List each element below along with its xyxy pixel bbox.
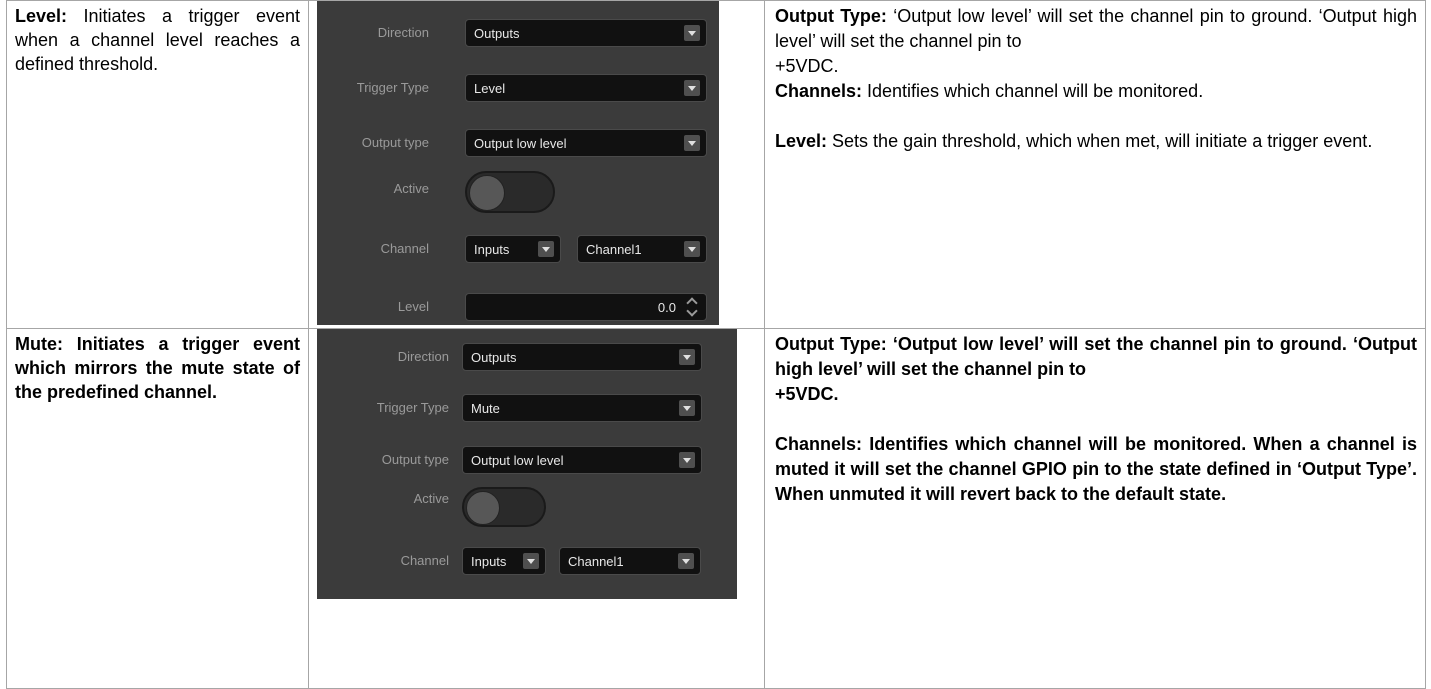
screenshot-cell: Direction Outputs Trigger Type Mute Outp… (308, 328, 765, 689)
active-label: Active (393, 181, 429, 196)
chevron-down-icon (684, 135, 700, 151)
chevron-down-icon (684, 25, 700, 41)
chevron-down-icon (679, 349, 695, 365)
channel-group-select[interactable]: Inputs (465, 235, 561, 263)
chevron-down-icon (679, 452, 695, 468)
active-toggle[interactable] (462, 487, 546, 527)
chevron-down-icon (684, 241, 700, 257)
level-trigger-settings-panel: Direction Outputs Trigger Type Level Out… (317, 1, 719, 325)
voltage-line: +5VDC. (775, 384, 839, 404)
level-definition: Sets the gain threshold, which when met,… (827, 131, 1373, 151)
direction-row: Direction Outputs (317, 19, 719, 49)
output-type-paragraph: Output Type: ‘Output low level’ will set… (775, 334, 1417, 379)
level-description: Level: Initiates a trigger event when a … (7, 1, 308, 76)
trigger-type-select[interactable]: Mute (462, 394, 702, 422)
channel-row: Channel Inputs Channel1 (317, 547, 737, 577)
active-label: Active (413, 491, 449, 506)
channel-value: Channel1 (568, 554, 624, 569)
chevron-down-icon (684, 80, 700, 96)
output-type-label: Output type (381, 452, 449, 467)
direction-label: Direction (377, 25, 429, 40)
table-row: Level: Initiates a trigger event when a … (6, 0, 1426, 329)
level-value: 0.0 (657, 300, 676, 315)
trigger-type-select[interactable]: Level (465, 74, 707, 102)
direction-row: Direction Outputs (317, 343, 737, 373)
channels-definition: Identifies which channel will be monitor… (862, 81, 1204, 101)
output-type-row: Output type Output low level (317, 129, 719, 159)
level-row: Level 0.0 (317, 293, 719, 323)
voltage-line: +5VDC. (775, 56, 839, 76)
level-term: Level: (775, 131, 828, 151)
level-paragraph: Level: Sets the gain threshold, which wh… (775, 129, 1417, 154)
table-row: Mute: Initiates a trigger event which mi… (6, 328, 1426, 689)
output-type-label: Output type (361, 135, 429, 150)
channel-group-value: Inputs (471, 554, 507, 569)
output-type-row: Output type Output low level (317, 446, 737, 476)
direction-label: Direction (397, 349, 449, 364)
screenshot-cell: Direction Outputs Trigger Type Level Out… (308, 0, 765, 329)
level-input[interactable]: 0.0 (465, 293, 707, 321)
trigger-type-row: Trigger Type Level (317, 74, 719, 104)
output-type-select[interactable]: Output low level (462, 446, 702, 474)
output-type-value: Output low level (471, 453, 564, 468)
trigger-type-label: Trigger Type (356, 80, 429, 95)
chevron-down-icon (523, 553, 539, 569)
output-type-value: Output low level (474, 136, 567, 151)
level-details: Output Type: ‘Output low level’ will set… (765, 1, 1425, 154)
channel-select[interactable]: Channel1 (559, 547, 701, 575)
channel-row: Channel Inputs Channel1 (317, 235, 719, 265)
trigger-name-cell: Mute: Initiates a trigger event which mi… (6, 328, 309, 689)
trigger-name-cell: Level: Initiates a trigger event when a … (6, 0, 309, 329)
output-type-select[interactable]: Output low level (465, 129, 707, 157)
mute-details: Output Type: ‘Output low level’ will set… (765, 329, 1425, 507)
channel-label: Channel (400, 553, 449, 568)
toggle-knob (469, 175, 505, 211)
details-cell: Output Type: ‘Output low level’ will set… (764, 328, 1426, 689)
trigger-type-value: Mute (471, 401, 500, 416)
toggle-knob (466, 491, 500, 525)
output-type-paragraph: Output Type: ‘Output low level’ will set… (775, 4, 1417, 54)
direction-select[interactable]: Outputs (462, 343, 702, 371)
channels-term: Channels: (775, 81, 863, 101)
direction-select[interactable]: Outputs (465, 19, 707, 47)
active-row: Active (317, 171, 719, 215)
mute-description: Mute: Initiates a trigger event which mi… (15, 334, 300, 402)
channel-value: Channel1 (586, 242, 642, 257)
trigger-type-value: Level (474, 81, 506, 96)
chevron-down-icon (538, 241, 554, 257)
chevron-down-icon (678, 553, 694, 569)
active-row: Active (317, 487, 737, 529)
level-label: Level (397, 299, 429, 314)
trigger-type-label: Trigger Type (376, 400, 449, 415)
trigger-type-row: Trigger Type Mute (317, 394, 737, 424)
channels-paragraph: Channels: Identifies which channel will … (775, 434, 1417, 504)
direction-value: Outputs (474, 26, 520, 41)
channels-paragraph: Channels: Identifies which channel will … (775, 79, 1417, 104)
spinner-icon[interactable] (686, 297, 700, 317)
level-term: Level: (15, 6, 68, 26)
details-cell: Output Type: ‘Output low level’ will set… (764, 0, 1426, 329)
chevron-down-icon (679, 400, 695, 416)
active-toggle[interactable] (465, 171, 555, 213)
direction-value: Outputs (471, 350, 517, 365)
channel-label: Channel (380, 241, 429, 256)
channel-group-value: Inputs (474, 242, 510, 257)
channel-select[interactable]: Channel1 (577, 235, 707, 263)
mute-trigger-settings-panel: Direction Outputs Trigger Type Mute Outp… (317, 329, 737, 599)
channel-group-select[interactable]: Inputs (462, 547, 546, 575)
output-type-term: Output Type: (775, 6, 887, 26)
trigger-types-table: Level: Initiates a trigger event when a … (6, 0, 1426, 689)
